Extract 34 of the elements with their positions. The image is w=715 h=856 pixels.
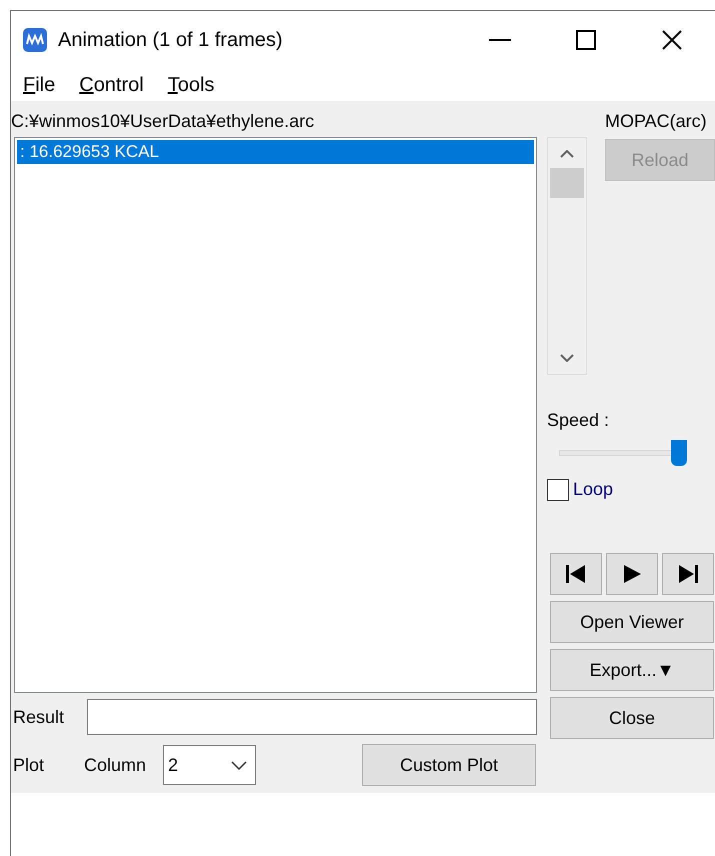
file-path: C:¥winmos10¥UserData¥ethylene.arc <box>11 110 316 133</box>
playback-button[interactable] <box>662 553 714 595</box>
maximize-icon <box>576 30 596 50</box>
app-logo-icon <box>23 28 47 52</box>
result-label: Result <box>12 706 66 728</box>
playback-button[interactable] <box>606 553 658 595</box>
play-icon <box>622 565 642 583</box>
skip-back-icon <box>565 564 587 584</box>
scrollbar[interactable] <box>547 137 587 375</box>
minimize-icon <box>489 39 511 41</box>
menu-item[interactable]: Tools <box>168 70 214 100</box>
list-item[interactable]: : 16.629653 KCAL <box>17 140 534 164</box>
scroll-up-icon <box>560 150 574 158</box>
loop-label: Loop <box>573 478 614 501</box>
chevron-down-icon <box>231 760 247 770</box>
plot-label: Plot <box>12 754 46 776</box>
scroll-down-icon <box>560 354 574 362</box>
format-label: MOPAC(arc) <box>605 110 708 133</box>
scroll-thumb[interactable] <box>550 168 584 198</box>
close-icon <box>662 30 682 50</box>
speed-label: Speed : <box>547 409 610 432</box>
action-button[interactable]: Open Viewer <box>550 601 714 643</box>
window-title: Animation (1 of 1 frames) <box>58 28 283 53</box>
action-button[interactable]: Close <box>550 697 714 739</box>
custom-plot-button[interactable]: Custom Plot <box>362 744 536 786</box>
result-field[interactable] <box>87 699 537 735</box>
menu-item[interactable]: File <box>23 70 56 100</box>
column-dropdown[interactable]: 2 <box>163 745 256 785</box>
skip-forward-icon <box>677 564 699 584</box>
column-label: Column <box>84 754 148 776</box>
playback-button[interactable] <box>550 553 602 595</box>
menu-item[interactable]: Control <box>79 70 144 100</box>
loop-checkbox[interactable] <box>547 478 569 500</box>
action-button[interactable]: Export...▼ <box>550 649 714 691</box>
